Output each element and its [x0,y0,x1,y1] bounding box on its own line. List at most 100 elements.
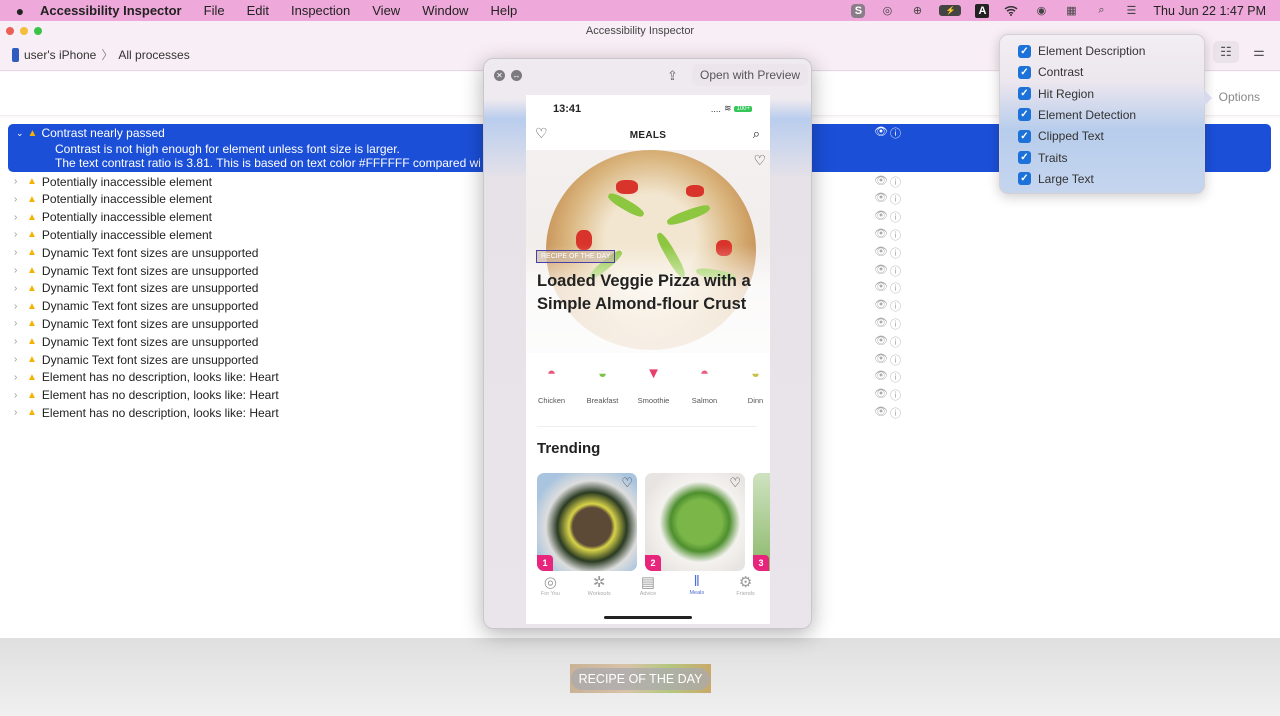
upload-icon[interactable]: ⊕ [909,4,925,18]
eye-icon[interactable]: 👁 [874,191,888,207]
menu-inspection[interactable]: Inspection [291,3,350,18]
chevron-right-icon[interactable]: › [14,247,22,258]
option-checkbox[interactable]: ✓ Element Description [1018,44,1145,58]
clock[interactable]: Thu Jun 22 1:47 PM [1153,4,1266,18]
eye-icon[interactable]: 👁 [874,125,888,141]
trending-card[interactable]: ♡ 2 [645,473,745,571]
share-icon[interactable]: ⇪ [667,68,678,84]
chevron-right-icon[interactable]: › [14,283,22,294]
tab-meals[interactable]: ‖ Meals [673,573,721,613]
spotlight-icon[interactable]: ⌕ [1093,4,1109,18]
breadcrumb[interactable]: user's iPhone 〉 All processes [12,46,190,63]
checkbox-icon[interactable]: ✓ [1018,151,1031,164]
help-icon[interactable]: ⓘ [890,191,901,207]
user-icon[interactable]: ◉ [1033,4,1049,18]
help-icon[interactable]: ⓘ [890,209,901,225]
help-icon[interactable]: ⓘ [890,369,901,385]
input-source-icon[interactable]: A [975,3,990,18]
help-icon[interactable]: ⓘ [890,405,901,421]
audit-toggle-button[interactable]: ☷ [1213,41,1239,63]
help-icon[interactable]: ⓘ [890,174,901,190]
skype-icon[interactable]: S [851,3,866,18]
category-dinner[interactable]: ◒ Dinn [730,365,770,405]
tab-friends[interactable]: ⚙ Friends [722,573,770,613]
chevron-right-icon[interactable]: › [14,301,22,312]
eye-icon[interactable]: 👁 [874,352,888,368]
open-with-preview-button[interactable]: Open with Preview [692,64,809,86]
eye-icon[interactable]: 👁 [874,405,888,421]
chevron-right-icon[interactable]: › [14,407,22,418]
tab-advice[interactable]: ▤ Advice [624,573,672,613]
keyboard-icon[interactable]: ▦ [1063,4,1079,18]
category-chicken[interactable]: ◓ Chicken [526,365,577,405]
help-icon[interactable]: ⓘ [890,125,901,141]
settings-button[interactable]: ⚌ [1246,41,1272,63]
wifi-icon[interactable] [1003,4,1019,18]
option-checkbox[interactable]: ✓ Contrast [1018,65,1083,79]
chevron-right-icon[interactable]: › [14,318,22,329]
help-icon[interactable]: ⓘ [890,245,901,261]
chevron-right-icon[interactable]: › [14,354,22,365]
fullscreen-icon[interactable]: ↔ [511,70,522,81]
help-icon[interactable]: ⓘ [890,280,901,296]
category-breakfast[interactable]: ◒ Breakfast [577,365,628,405]
screen-recorder-icon[interactable]: ◎ [879,4,895,18]
chevron-right-icon[interactable]: › [14,390,22,401]
option-checkbox[interactable]: ✓ Element Detection [1018,108,1136,122]
help-icon[interactable]: ⓘ [890,227,901,243]
menu-window[interactable]: Window [422,3,468,18]
eye-icon[interactable]: 👁 [874,298,888,314]
chevron-down-icon[interactable]: ⌄ [16,128,24,139]
help-icon[interactable]: ⓘ [890,263,901,279]
eye-icon[interactable]: 👁 [874,369,888,385]
menu-file[interactable]: File [204,3,225,18]
checkbox-icon[interactable]: ✓ [1018,129,1031,143]
help-icon[interactable]: ⓘ [890,316,901,332]
chevron-right-icon[interactable]: › [14,212,22,223]
chevron-right-icon[interactable]: › [14,176,22,187]
menu-edit[interactable]: Edit [247,3,269,18]
option-checkbox[interactable]: ✓ Traits [1018,151,1068,165]
eye-icon[interactable]: 👁 [874,263,888,279]
search-icon[interactable]: ⌕ [753,126,760,142]
menu-help[interactable]: Help [490,3,517,18]
help-icon[interactable]: ⓘ [890,298,901,314]
checkbox-icon[interactable]: ✓ [1018,172,1031,186]
eye-icon[interactable]: 👁 [874,280,888,296]
heart-icon[interactable]: ♡ [729,475,741,491]
heart-icon[interactable]: ♡ [621,475,633,491]
breadcrumb-device[interactable]: user's iPhone [24,48,96,62]
trending-card[interactable]: 3 [753,473,770,571]
close-icon[interactable]: ✕ [494,70,505,81]
breadcrumb-target[interactable]: All processes [118,48,189,62]
chevron-right-icon[interactable]: › [14,194,22,205]
checkbox-icon[interactable]: ✓ [1018,87,1031,101]
eye-icon[interactable]: 👁 [874,209,888,225]
tab-for-you[interactable]: ◎ For You [526,573,574,613]
option-checkbox[interactable]: ✓ Large Text [1018,172,1094,186]
battery-charging-icon[interactable]: ⚡ [939,5,962,16]
options-button[interactable]: Options [1219,90,1260,104]
help-icon[interactable]: ⓘ [890,334,901,350]
checkbox-icon[interactable]: ✓ [1018,44,1031,58]
category-smoothie[interactable]: ▼ Smoothie [628,365,679,405]
checkbox-icon[interactable]: ✓ [1018,65,1031,79]
eye-icon[interactable]: 👁 [874,316,888,332]
eye-icon[interactable]: 👁 [874,245,888,261]
help-icon[interactable]: ⓘ [890,352,901,368]
control-center-icon[interactable]: ☰ [1123,4,1139,18]
chevron-right-icon[interactable]: › [14,265,22,276]
eye-icon[interactable]: 👁 [874,387,888,403]
option-checkbox[interactable]: ✓ Hit Region [1018,87,1094,101]
help-icon[interactable]: ⓘ [890,387,901,403]
chevron-right-icon[interactable]: › [14,336,22,347]
category-salmon[interactable]: ◓ Salmon [679,365,730,405]
chevron-right-icon[interactable]: › [14,372,22,383]
eye-icon[interactable]: 👁 [874,227,888,243]
eye-icon[interactable]: 👁 [874,334,888,350]
option-checkbox[interactable]: ✓ Clipped Text [1018,129,1104,143]
menu-view[interactable]: View [372,3,400,18]
menu-app-name[interactable]: Accessibility Inspector [40,3,182,18]
chevron-right-icon[interactable]: › [14,229,22,240]
checkbox-icon[interactable]: ✓ [1018,108,1031,122]
